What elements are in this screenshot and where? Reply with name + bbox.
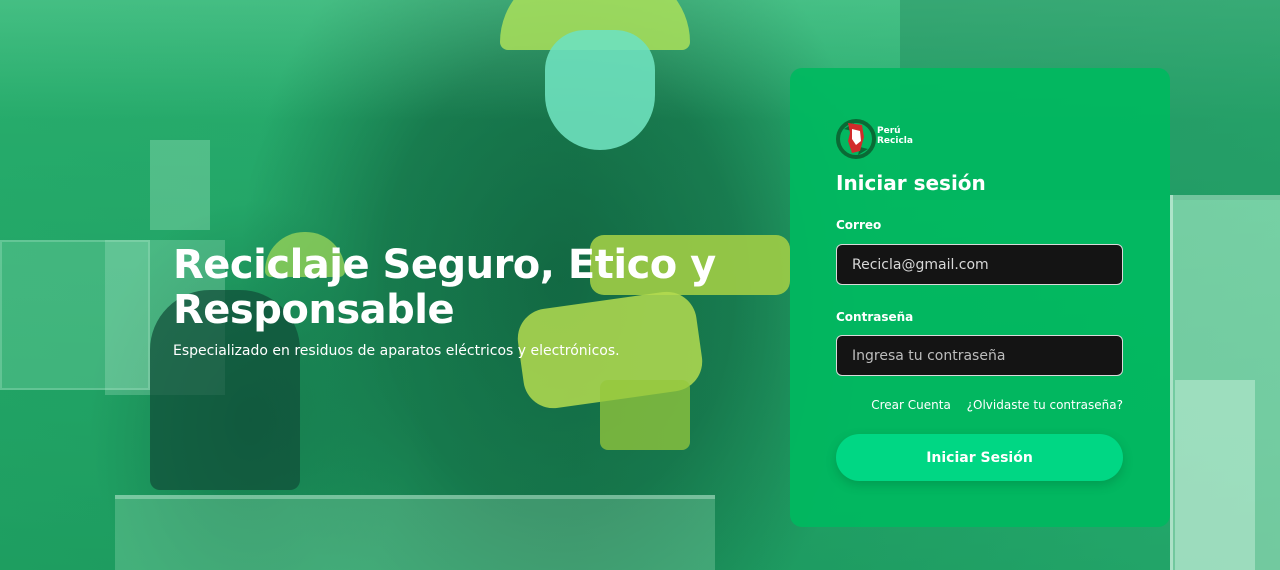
login-title: Iniciar sesión: [836, 171, 986, 195]
hero-subtitle: Especializado en residuos de aparatos el…: [173, 343, 620, 359]
password-label: Contraseña: [836, 310, 914, 324]
logo-line2: Recicla: [877, 136, 913, 146]
email-field[interactable]: [836, 244, 1123, 285]
logo-line1: Perú: [877, 126, 901, 136]
hero-title: Reciclaje Seguro, Etico y Responsable: [173, 242, 716, 333]
password-field[interactable]: [836, 335, 1123, 376]
forgot-password-link[interactable]: ¿Olvidaste tu contraseña?: [967, 398, 1123, 412]
peru-recicla-logo: Perú Recicla: [836, 115, 916, 165]
create-account-link[interactable]: Crear Cuenta: [871, 398, 951, 412]
recycle-logo-icon: [836, 119, 876, 159]
account-links: Crear Cuenta ¿Olvidaste tu contraseña?: [859, 398, 1123, 412]
login-button[interactable]: Iniciar Sesión: [836, 434, 1123, 481]
hero-section: Reciclaje Seguro, Etico y Responsable Es…: [173, 242, 773, 360]
email-label: Correo: [836, 218, 882, 232]
login-card: Perú Recicla Iniciar sesión Correo Contr…: [790, 68, 1170, 527]
logo-text: Perú Recicla: [877, 126, 913, 146]
